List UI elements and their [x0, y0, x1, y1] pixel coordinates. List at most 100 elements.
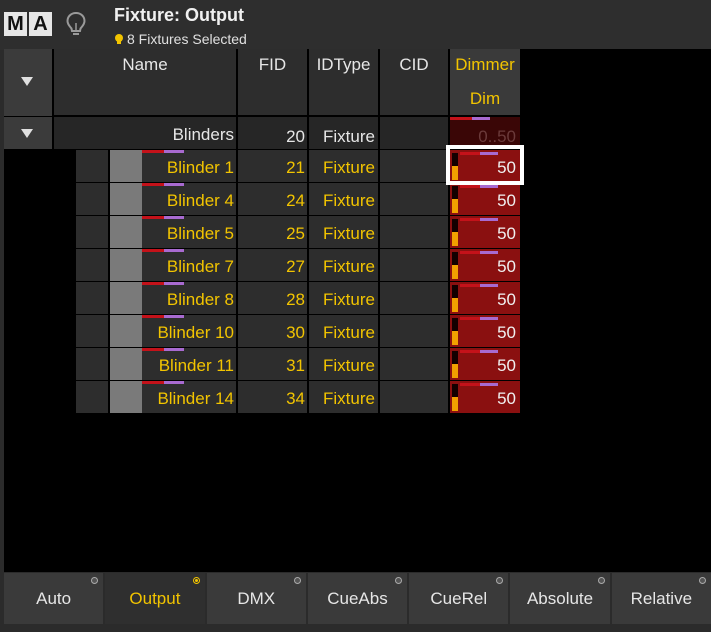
tab-label: CueRel [430, 588, 488, 608]
row-cid-cell[interactable] [380, 348, 448, 380]
row-fid-cell[interactable]: 25 [238, 216, 307, 248]
tab-label: CueAbs [327, 588, 388, 608]
row-idtype-cell[interactable]: Fixture [309, 282, 378, 314]
tab-dmx[interactable]: DMX [206, 573, 306, 624]
row-idtype-cell[interactable]: Fixture [309, 348, 378, 380]
tab-label: Output [129, 588, 181, 608]
fixture-name: Blinder 5 [166, 224, 234, 243]
row-marker-red [142, 150, 164, 153]
row-select-cell[interactable] [76, 315, 108, 347]
column-header-idtype-label: IDType [316, 55, 371, 74]
row-fid-cell[interactable]: 27 [238, 249, 307, 281]
group-fid-cell[interactable]: 20 [238, 117, 307, 149]
row-name-cell[interactable]: Blinder 11 [110, 348, 236, 380]
row-idtype-cell[interactable]: Fixture [309, 150, 378, 182]
dimmer-value-cell[interactable]: 50 [450, 282, 520, 314]
dimmer-value: 50 [497, 257, 516, 276]
dimmer-value-cell[interactable]: 50 [450, 381, 520, 413]
row-name-cell[interactable]: Blinder 14 [110, 381, 236, 413]
dimmer-value: 50 [497, 323, 516, 342]
row-fid-cell[interactable]: 30 [238, 315, 307, 347]
dimmer-marker-red [460, 350, 480, 353]
dimmer-marker-purple [480, 251, 498, 254]
row-cid-cell[interactable] [380, 183, 448, 215]
fixture-name: Blinder 8 [166, 290, 234, 309]
row-name-cell[interactable]: Blinder 5 [110, 216, 236, 248]
row-fid-cell[interactable]: 24 [238, 183, 307, 215]
row-name-cell[interactable]: Blinder 4 [110, 183, 236, 215]
lightbulb-icon[interactable] [64, 10, 88, 38]
fixture-sheet[interactable]: Name FID IDType CID Dimmer Dim Blinders … [4, 49, 711, 572]
row-idtype-cell[interactable]: Fixture [309, 183, 378, 215]
group-idtype-cell[interactable]: Fixture [309, 117, 378, 149]
tab-cuerel[interactable]: CueRel [409, 573, 509, 624]
dimmer-value-cell[interactable]: 50 [450, 348, 520, 380]
tab-relative[interactable]: Relative [611, 573, 711, 624]
row-select-cell[interactable] [76, 282, 108, 314]
ma-logo[interactable]: M A [4, 12, 52, 36]
column-header-fid[interactable]: FID [238, 49, 307, 115]
dimmer-value: 50 [497, 224, 516, 243]
row-cid-cell[interactable] [380, 381, 448, 413]
fixture-name: Blinder 10 [157, 323, 234, 342]
row-name-cell[interactable]: Blinder 8 [110, 282, 236, 314]
column-header-cid[interactable]: CID [380, 49, 448, 115]
row-fid-cell[interactable]: 28 [238, 282, 307, 314]
row-idtype-cell[interactable]: Fixture [309, 381, 378, 413]
dimmer-marker-purple [480, 383, 498, 386]
row-cid-cell[interactable] [380, 282, 448, 314]
group-cid-cell[interactable] [380, 117, 448, 149]
tab-indicator-icon [293, 577, 301, 584]
group-name-cell[interactable]: Blinders [54, 117, 236, 149]
row-idtype-cell[interactable]: Fixture [309, 216, 378, 248]
column-header-name[interactable]: Name [54, 49, 236, 115]
fixture-name: Blinder 1 [166, 158, 234, 177]
dimmer-value-cell[interactable]: 50 [450, 183, 520, 215]
fixture-fid: 28 [286, 290, 305, 309]
group-name: Blinders [172, 125, 234, 144]
tab-label: Auto [36, 588, 72, 608]
header-sort-toggle[interactable] [4, 49, 52, 116]
row-cid-cell[interactable] [380, 216, 448, 248]
row-select-cell[interactable] [76, 150, 108, 182]
column-header-dimmer[interactable]: Dimmer Dim [450, 49, 520, 115]
row-select-cell[interactable] [76, 348, 108, 380]
row-name-cell[interactable]: Blinder 1 [110, 150, 236, 182]
group-collapse-toggle[interactable] [4, 117, 52, 149]
row-select-cell[interactable] [76, 216, 108, 248]
fixture-idtype: Fixture [323, 158, 375, 177]
row-cid-cell[interactable] [380, 249, 448, 281]
column-header-fid-label: FID [258, 55, 287, 74]
row-name-cell[interactable]: Blinder 10 [110, 315, 236, 347]
dimmer-value-cell[interactable]: 50 [450, 315, 520, 347]
row-idtype-cell[interactable]: Fixture [309, 315, 378, 347]
row-select-cell[interactable] [76, 381, 108, 413]
dimmer-marker-purple [480, 350, 498, 353]
tab-auto[interactable]: Auto [4, 573, 104, 624]
row-select-cell[interactable] [76, 183, 108, 215]
cell-focus-frame [446, 145, 524, 185]
row-marker-red [142, 216, 164, 219]
row-fid-cell[interactable]: 31 [238, 348, 307, 380]
dimmer-marker-purple [480, 185, 498, 188]
tab-output[interactable]: Output [105, 573, 205, 624]
row-fid-cell[interactable]: 21 [238, 150, 307, 182]
row-idtype-cell[interactable]: Fixture [309, 249, 378, 281]
column-header-idtype[interactable]: IDType [309, 49, 378, 115]
dimmer-value-cell[interactable]: 50 [450, 249, 520, 281]
dimmer-meter [452, 252, 458, 279]
encoder-tabs: Auto Output DMX CueAbs CueRel Absolute Relativ… [4, 573, 711, 624]
dimmer-value: 50 [497, 389, 516, 408]
row-marker-red [142, 183, 164, 186]
row-name-cell[interactable]: Blinder 7 [110, 249, 236, 281]
tab-absolute[interactable]: Absolute [510, 573, 610, 624]
fixture-idtype: Fixture [323, 224, 375, 243]
dimmer-value-cell[interactable]: 50 [450, 216, 520, 248]
row-cid-cell[interactable] [380, 150, 448, 182]
row-cid-cell[interactable] [380, 315, 448, 347]
tab-indicator-icon [597, 577, 605, 584]
row-fid-cell[interactable]: 34 [238, 381, 307, 413]
row-select-cell[interactable] [76, 249, 108, 281]
fixture-idtype: Fixture [323, 191, 375, 210]
tab-cueabs[interactable]: CueAbs [307, 573, 408, 624]
